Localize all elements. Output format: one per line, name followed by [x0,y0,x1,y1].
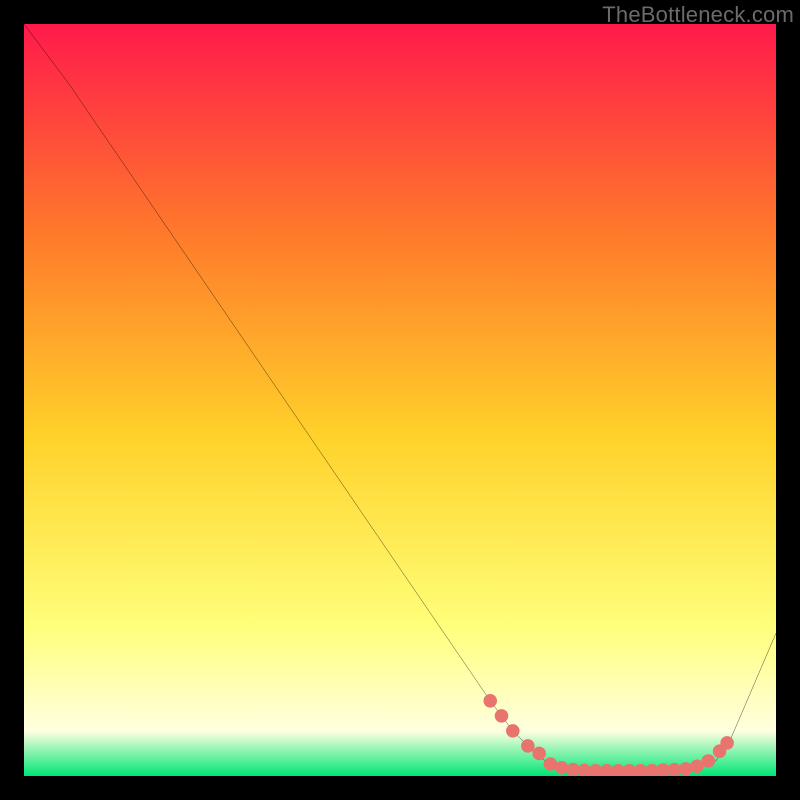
marker-dot [506,724,520,738]
marker-dot [720,736,734,750]
marker-dot [495,709,509,723]
marker-dot [483,694,497,708]
marker-dot [679,762,693,776]
marker-dot [702,754,716,768]
marker-dot [532,747,546,761]
gradient-background [24,24,776,776]
marker-dot [555,761,569,775]
chart-stage: TheBottleneck.com [0,0,800,800]
watermark-text: TheBottleneck.com [602,2,794,28]
bottleneck-chart [24,24,776,776]
marker-dot [521,739,535,753]
